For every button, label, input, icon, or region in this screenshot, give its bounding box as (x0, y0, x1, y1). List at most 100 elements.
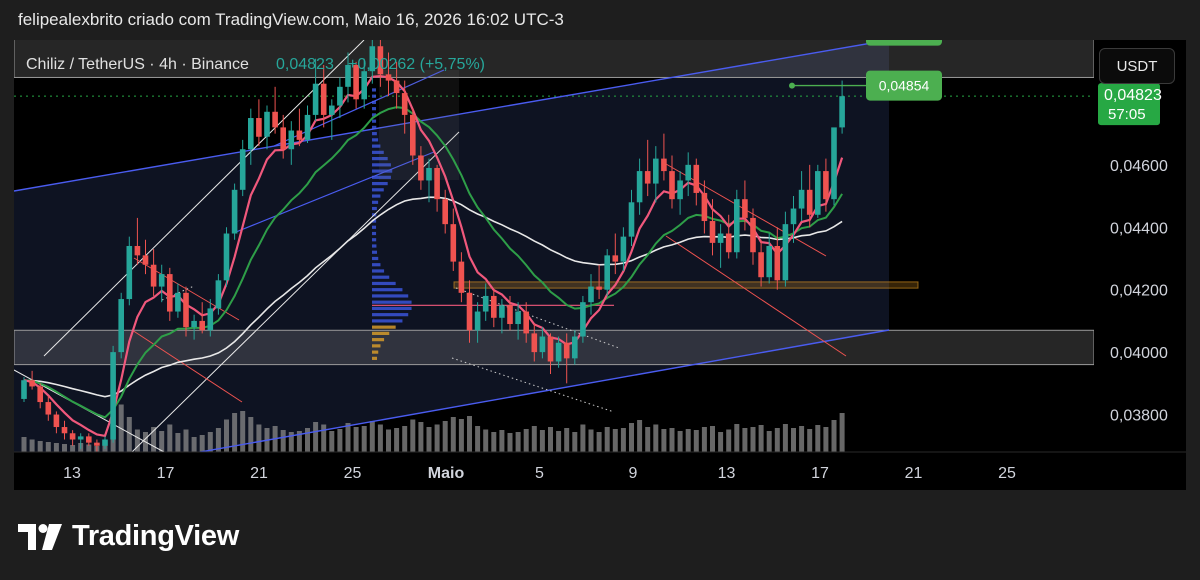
time-tick-label: 21 (905, 465, 923, 482)
current-price-value: 0,04823 (1104, 87, 1162, 104)
volume-bar (280, 430, 286, 452)
candle-body (572, 336, 578, 359)
volume-bar (677, 431, 683, 452)
volume-bar (710, 426, 715, 452)
candle-body (628, 202, 635, 237)
volume-profile-bar (372, 350, 379, 354)
volume-bar (548, 427, 553, 452)
candle-body (167, 274, 173, 312)
candle-body (515, 311, 521, 325)
volume-profile-bar (372, 275, 390, 279)
candle-body (401, 93, 408, 115)
target-label-box (866, 40, 942, 46)
time-axis[interactable]: 13 17 21 25 Maio 5 9 13 17 21 25 (14, 451, 1186, 482)
volume-bar (305, 428, 310, 452)
currency-unit-button[interactable]: USDT (1099, 48, 1175, 84)
chart-area[interactable]: 0,050300,04854 0,046000,044000,042000,04… (14, 40, 1186, 490)
volume-bar (467, 416, 472, 452)
candle-body (393, 80, 400, 94)
candle-body (798, 189, 805, 209)
candle-body (523, 311, 529, 334)
candle-countdown: 57:05 (1108, 106, 1146, 123)
volume-bar (782, 424, 788, 452)
volume-bar (45, 442, 51, 452)
candle-body (442, 199, 448, 225)
volume-bar (604, 427, 610, 452)
candle-body (458, 261, 465, 293)
volume-profile-bar (372, 181, 388, 186)
volume-profile-bar (372, 338, 385, 342)
volume-bar (434, 424, 440, 452)
volume-bar (167, 424, 173, 452)
volume-bar (394, 428, 400, 452)
candle-body (361, 71, 367, 100)
candle-body (588, 286, 594, 303)
volume-bar (256, 424, 262, 452)
volume-bar (321, 424, 327, 452)
candle-body (288, 130, 295, 150)
volume-bar (831, 420, 837, 452)
volume-bar (240, 411, 246, 452)
volume-bar (807, 429, 813, 452)
candle-body (717, 233, 724, 243)
candle-body (474, 311, 481, 331)
volume-bar (580, 424, 586, 452)
volume-profile-bar (372, 194, 381, 198)
price-chart[interactable]: 0,050300,04854 0,046000,044000,042000,04… (14, 40, 1186, 490)
time-tick-label: 17 (157, 465, 175, 482)
time-tick-label: 21 (250, 465, 268, 482)
volume-bar (410, 419, 416, 452)
candle-body (766, 246, 772, 278)
volume-bar (766, 431, 772, 452)
candle-body (150, 264, 157, 287)
tradingview-logo-text: TradingView (72, 520, 239, 552)
volume-bar (402, 426, 408, 452)
candle-body (596, 286, 602, 290)
candle-body (304, 114, 311, 140)
candle-body (823, 171, 829, 200)
candle-body (248, 118, 254, 150)
candle-body (231, 189, 238, 234)
candle-body (77, 436, 84, 440)
price-tick-label: 0,04600 (1110, 158, 1168, 175)
candle-body (434, 167, 440, 200)
candle-body (482, 295, 489, 312)
candle-body (620, 236, 627, 262)
volume-profile-bar (372, 263, 381, 267)
candle-body (742, 199, 748, 218)
candle-body (207, 308, 214, 331)
volume-bar (62, 444, 67, 452)
legend-last-price: 0,04823 (276, 56, 334, 73)
candle-body (53, 414, 60, 428)
volume-bar (596, 432, 602, 452)
candle-body (239, 149, 246, 190)
volume-bar (685, 429, 691, 452)
candle-body (701, 192, 708, 222)
candle-body (61, 427, 68, 434)
volume-bar (564, 428, 570, 452)
volume-profile-bar (372, 225, 377, 229)
price-tick-label: 0,04400 (1110, 220, 1168, 237)
candle-body (790, 208, 797, 225)
candle-body (215, 280, 222, 309)
candle-body (839, 96, 845, 128)
candle-body (264, 111, 270, 137)
volume-profile-bar (372, 188, 384, 192)
volume-bar (29, 439, 35, 452)
candle-body (806, 189, 813, 215)
volume-bar (774, 428, 780, 452)
volume-profile-bar (372, 294, 409, 298)
price-axis[interactable]: 0,04600 0,04400 0,04200 0,04000 0,03800 (1110, 158, 1168, 425)
volume-profile-bar (372, 256, 379, 261)
candle-body (831, 127, 837, 200)
candle-body (21, 380, 27, 399)
candle-body (555, 342, 562, 362)
volume-profile-bar (372, 206, 377, 211)
candle-body (337, 86, 343, 106)
candle-body (499, 305, 505, 318)
volume-bar (442, 421, 448, 452)
candle-body (709, 221, 716, 243)
volume-bar (791, 428, 796, 452)
candle-body (604, 255, 610, 290)
volume-profile-bar (372, 200, 379, 204)
